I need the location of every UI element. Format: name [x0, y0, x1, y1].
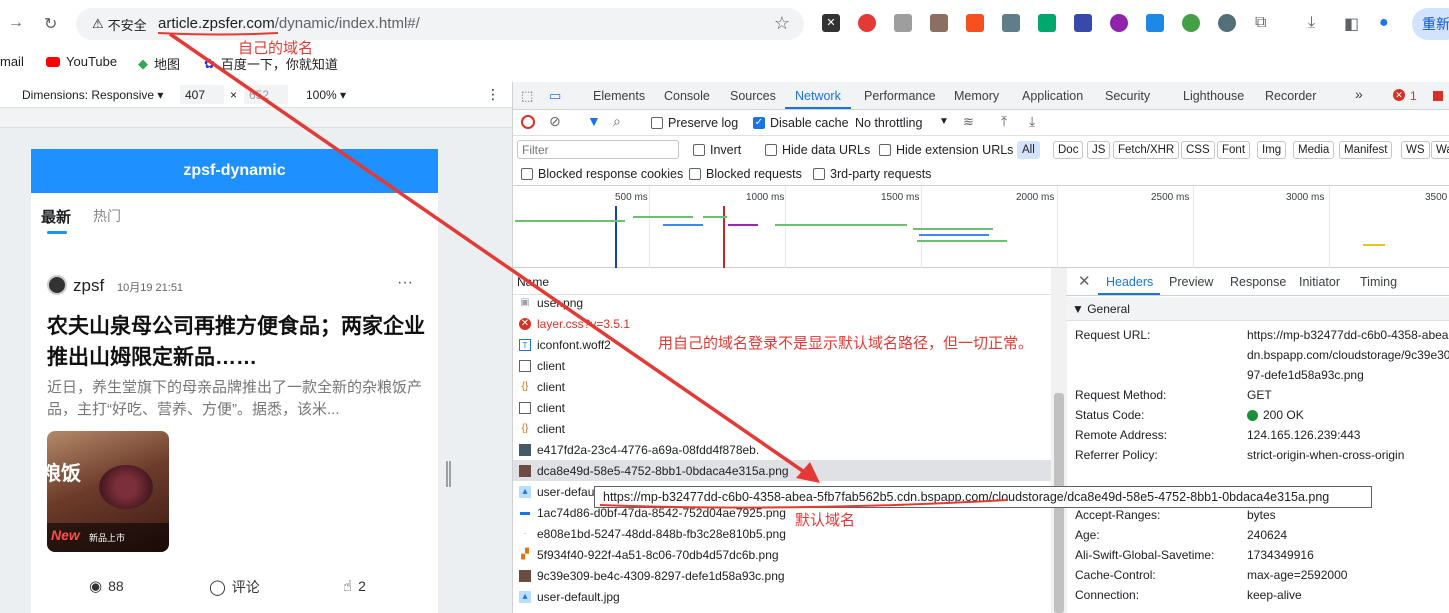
arrow-line — [169, 32, 811, 478]
annotation-note: 用自己的域名登录不是显示默认域名路径，但一切正常。 — [658, 335, 1034, 352]
annotation-overlay — [157, 32, 1009, 509]
annotation-default-domain: 默认域名 — [795, 512, 856, 529]
underline-own-domain — [157, 32, 279, 36]
underline-default-domain — [599, 499, 1009, 509]
annotation-own-domain: 自己的域名 — [238, 40, 314, 57]
arrow-head — [796, 462, 820, 483]
